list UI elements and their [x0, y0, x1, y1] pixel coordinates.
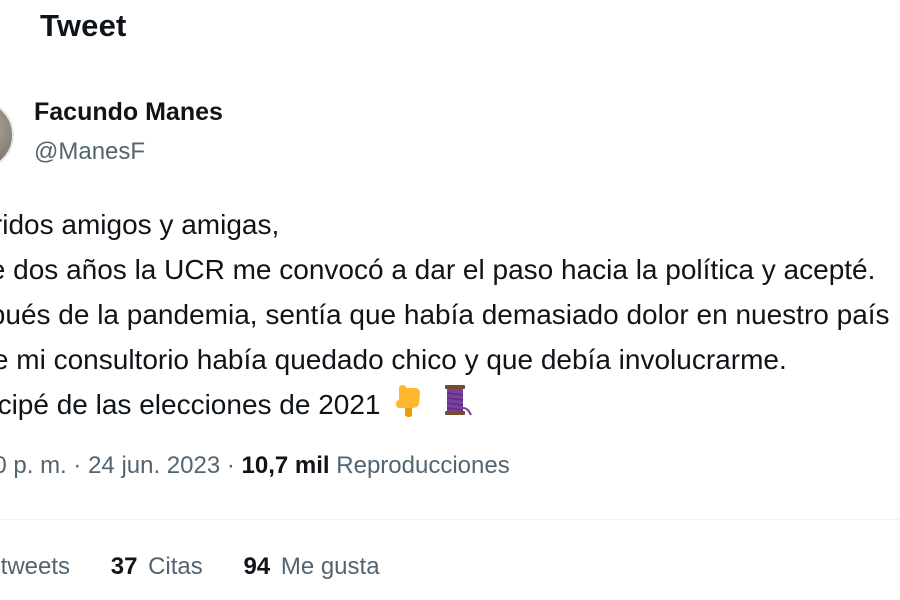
tweet-page: Tweet Facundo Manes @ManesF Queridos ami… — [0, 0, 900, 600]
meta-separator: · — [73, 452, 82, 479]
views-label[interactable]: Reproducciones — [336, 452, 509, 479]
page-title: Tweet — [40, 8, 127, 43]
tweet-stats: Retweets 37 Citas 94 Me gusta — [0, 553, 414, 581]
quotes-count: 37 — [110, 553, 138, 580]
quotes-label: Citas — [148, 553, 203, 580]
author-handle[interactable]: @ManesF — [34, 138, 145, 166]
divider — [0, 519, 900, 520]
tweet-date[interactable]: 24 jun. 2023 — [88, 452, 220, 479]
tweet-line: Participé de las elecciones de 2021 — [0, 389, 381, 420]
tweet-line-with-emojis: Participé de las elecciones de 2021 — [0, 382, 900, 427]
tweet-time[interactable]: 1:00 p. m. — [0, 452, 67, 479]
tweet-line: Después de la pandemia, sentía que había… — [0, 299, 890, 330]
tweet-line: Hace dos años la UCR me convocó a dar el… — [0, 254, 876, 285]
tweet-text: Queridos amigos y amigas, Hace dos años … — [0, 202, 900, 427]
quotes-stat[interactable]: 37 Citas — [111, 553, 203, 581]
likes-stat[interactable]: 94 Me gusta — [243, 553, 379, 581]
tweet-line: y que mi consultorio había quedado chico… — [0, 344, 787, 375]
author-avatar[interactable] — [0, 100, 14, 170]
pointing-down-icon — [394, 383, 424, 430]
likes-count: 94 — [243, 553, 271, 580]
tweet-meta: 1:00 p. m. · 24 jun. 2023 · 10,7 mil Rep… — [0, 452, 510, 480]
retweets-stat[interactable]: Retweets — [0, 553, 70, 581]
views-count[interactable]: 10,7 mil — [242, 452, 330, 479]
retweets-label: Retweets — [0, 553, 71, 580]
meta-separator: · — [226, 452, 235, 479]
likes-label: Me gusta — [280, 553, 380, 580]
thread-icon — [438, 383, 472, 430]
tweet-line: Queridos amigos y amigas, — [0, 209, 280, 240]
author-display-name[interactable]: Facundo Manes — [34, 98, 223, 127]
